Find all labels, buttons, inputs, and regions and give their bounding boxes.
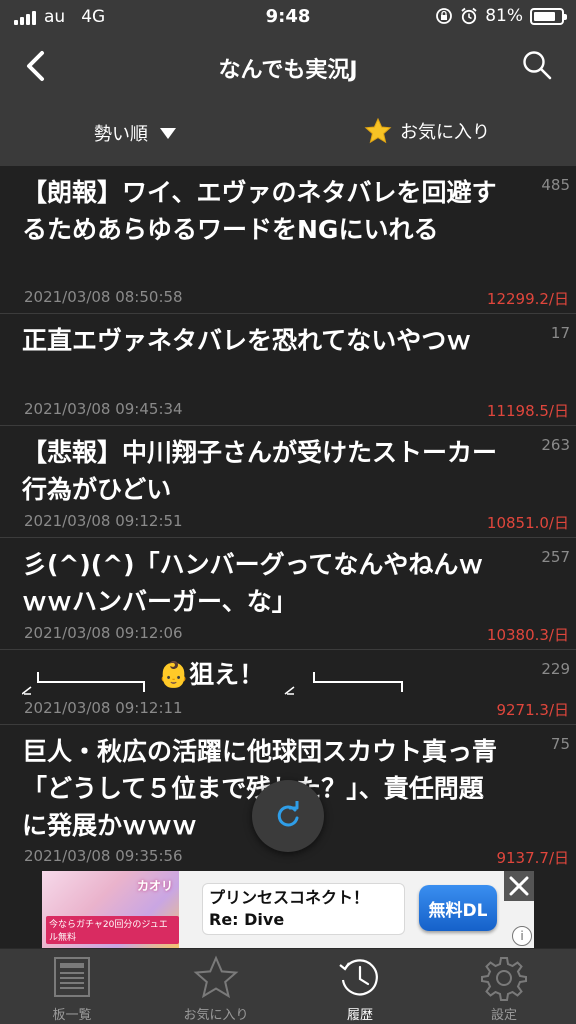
tab-history[interactable]: 履歴 — [288, 949, 432, 1024]
status-bar: au 4G 9:48 81% — [0, 0, 576, 34]
search-icon — [523, 51, 552, 80]
thread-speed: 9271.3/日 — [496, 701, 569, 719]
thread-row[interactable]: 正直エヴァネタバレを恐れてないやつｗ 17 2021/03/08 09:45:3… — [0, 314, 576, 426]
sort-dropdown[interactable]: 勢い順 — [94, 120, 176, 146]
ad-image-badge: 今ならガチャ20回分のジュエル無料 — [46, 916, 179, 944]
thread-title: 👶狙え！ — [158, 660, 265, 689]
battery-icon — [530, 7, 567, 25]
thread-speed: 10851.0/日 — [486, 514, 569, 532]
thread-row[interactable]: 【朗報】ワイ、エヴァのネタバレを回避するためあらゆるワードをNGにいれる 485… — [0, 166, 576, 314]
star-icon — [364, 117, 392, 144]
tab-label: 履歴 — [346, 1008, 373, 1023]
page-title: なんでも実況J — [218, 58, 358, 83]
ad-text-line2: Re: Dive — [209, 910, 285, 929]
thread-speed: 11198.5/日 — [486, 402, 569, 420]
tab-bar: 板一覧 お気に入り 履歴 設定 — [0, 948, 576, 1024]
thread-row[interactable]: 【悲報】中川翔子さんが受けたストーカー行為がひどい 263 2021/03/08… — [0, 426, 576, 538]
board-list-icon — [54, 957, 90, 997]
history-clock-icon — [339, 959, 378, 996]
thread-date: 2021/03/08 09:35:56 — [24, 847, 183, 865]
caret-down-icon — [160, 127, 176, 139]
tab-settings[interactable]: 設定 — [432, 949, 576, 1024]
thread-date: 2021/03/08 09:45:34 — [24, 400, 183, 418]
thread-reply-count: 257 — [541, 548, 570, 566]
filter-bar: 勢い順 お気に入り — [0, 98, 576, 166]
ad-text-line1: プリンセスコネクト！ — [209, 888, 370, 907]
navigation-bar: なんでも実況J — [0, 34, 576, 98]
thread-date: 2021/03/08 08:50:58 — [24, 288, 183, 306]
status-right: 81% — [435, 6, 567, 26]
thread-date: 2021/03/08 09:12:11 — [24, 699, 183, 717]
refresh-icon — [277, 801, 299, 827]
thread-title: 【朗報】ワイ、エヴァのネタバレを回避するためあらゆるワードをNGにいれる — [22, 178, 497, 244]
refresh-button[interactable] — [252, 780, 324, 852]
sort-label: 勢い順 — [94, 124, 148, 145]
thread-reply-count: 75 — [550, 735, 570, 753]
ad-image-logo: カオリ — [136, 879, 173, 893]
rotation-lock-icon — [436, 8, 453, 24]
thread-reply-count: 17 — [550, 324, 570, 342]
thread-row[interactable]: 彡(^)(^)「ハンバーグってなんやねんｗｗｗハンバーガー、な」 257 202… — [0, 538, 576, 650]
thread-reply-count: 263 — [541, 436, 570, 454]
close-icon — [509, 876, 529, 896]
ad-info-icon[interactable]: i — [512, 926, 532, 946]
thread-reply-count: 485 — [541, 176, 570, 194]
tab-favorites[interactable]: お気に入り — [144, 949, 288, 1024]
thread-title: 彡(^)(^)「ハンバーグってなんやねんｗｗｗハンバーガー、な」 — [22, 550, 484, 616]
favorites-filter-button[interactable]: お気に入り — [364, 117, 490, 145]
thread-row[interactable]: 👶狙え！ 229 2021/03/08 09:12:11 9271.3/日 — [0, 650, 576, 725]
ad-banner[interactable]: カオリ 今ならガチャ20回分のジュエル無料 プリンセスコネクト！ Re: Div… — [42, 871, 534, 948]
ad-image[interactable]: カオリ 今ならガチャ20回分のジュエル無料 — [42, 871, 179, 948]
thread-title: 【悲報】中川翔子さんが受けたストーカー行為がひどい — [22, 438, 498, 504]
thread-date: 2021/03/08 09:12:51 — [24, 512, 183, 530]
thread-title: 正直エヴァネタバレを恐れてないやつｗ — [22, 326, 472, 355]
favorites-label: お気に入り — [400, 122, 490, 143]
gear-icon — [481, 957, 527, 1001]
star-icon — [193, 955, 239, 999]
thread-date: 2021/03/08 09:12:06 — [24, 624, 183, 642]
search-button[interactable] — [520, 48, 554, 82]
thread-reply-count: 229 — [541, 660, 570, 678]
thread-speed: 10380.3/日 — [486, 626, 569, 644]
tab-label: 板一覧 — [52, 1008, 92, 1023]
battery-percent: 81% — [485, 6, 523, 26]
tab-label: 設定 — [490, 1008, 517, 1023]
thread-list: 【朗報】ワイ、エヴァのネタバレを回避するためあらゆるワードをNGにいれる 485… — [0, 166, 576, 873]
ad-close-button[interactable] — [504, 871, 534, 901]
alarm-icon — [461, 7, 477, 25]
tab-board-list[interactable]: 板一覧 — [0, 949, 144, 1024]
thread-speed: 12299.2/日 — [486, 290, 569, 308]
tab-label: お気に入り — [183, 1008, 249, 1023]
thread-speed: 9137.7/日 — [496, 849, 569, 867]
ad-text[interactable]: プリンセスコネクト！ Re: Dive — [202, 883, 405, 935]
ad-download-button[interactable]: 無料DL — [419, 885, 497, 931]
